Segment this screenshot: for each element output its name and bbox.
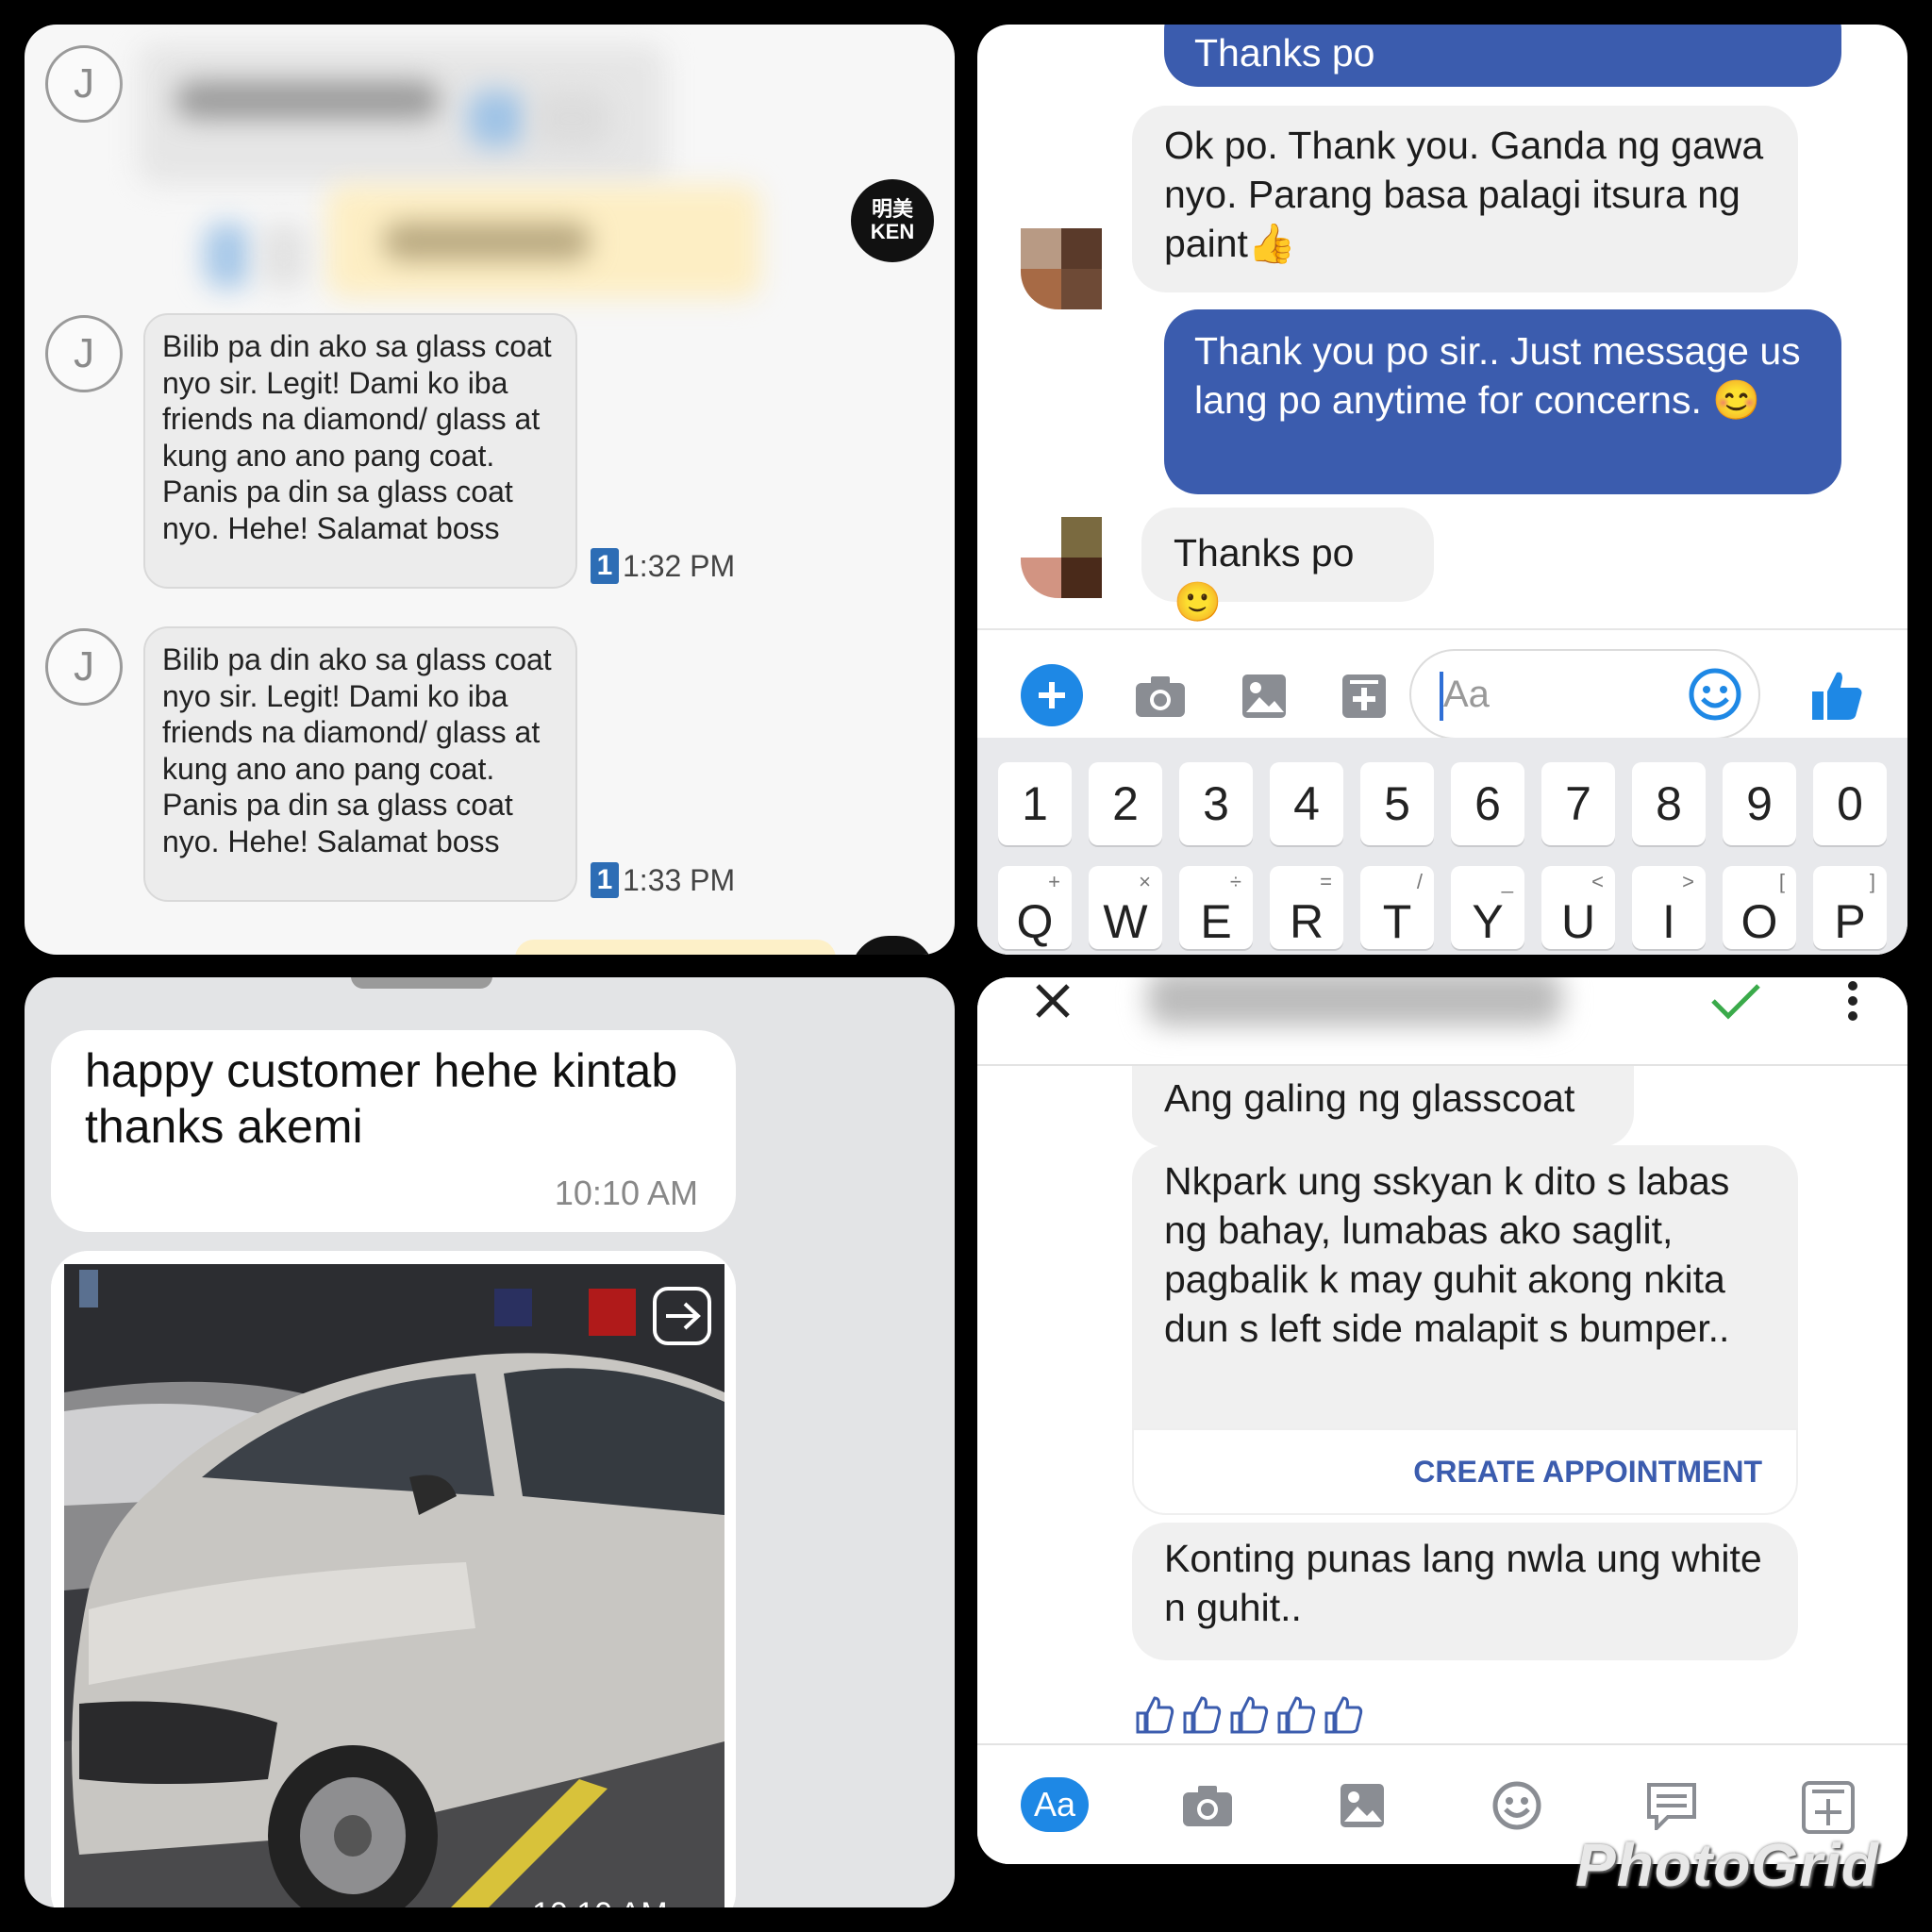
thumbs-up-icon [1230,1696,1269,1734]
blurred-contact-name [1147,977,1562,1026]
sim-icon: 1 [591,862,619,898]
key-u[interactable]: < U [1541,866,1615,949]
key-p[interactable]: ] P [1813,866,1887,949]
key-0[interactable]: 0 [1813,762,1887,845]
sent-message-bubble[interactable]: Thanks po [1164,25,1841,87]
contact-avatar[interactable]: J [45,45,123,123]
key-t[interactable]: / T [1360,866,1434,949]
key-q[interactable]: + Q [998,866,1072,949]
key-7[interactable]: 7 [1541,762,1615,845]
received-message-bubble[interactable]: happy customer hehe kintab thanks akemi … [51,1030,736,1232]
sms-time: 1:33 PM [623,862,736,897]
next-message-bubble [515,940,836,955]
sms-meta: 1 1:33 PM [591,862,735,898]
add-attachment-icon[interactable] [1798,1777,1858,1838]
received-message-bubble[interactable]: Konting punas lang nwla ung white n guhi… [1132,1523,1798,1660]
received-message-bubble[interactable]: Nkpark ung sskyan k dito s labas ng baha… [1132,1145,1798,1428]
text-caret [1440,672,1443,721]
thumbs-up-icon [1183,1696,1222,1734]
sms-meta: 1 1:32 PM [591,548,735,584]
thumbs-up-icon[interactable] [1804,662,1870,728]
key-y[interactable]: _ Y [1451,866,1524,949]
car-photo [51,1251,736,1907]
key-w[interactable]: × W [1089,866,1162,949]
camera-icon[interactable] [1179,1777,1236,1834]
thumbs-up-reaction-row [1134,1694,1364,1736]
key-i[interactable]: > I [1632,866,1706,949]
on-screen-keyboard: 1 2 3 4 5 6 7 8 9 0 + Q × W ÷ E = R / T _ Y < U… [977,738,1907,955]
key-2[interactable]: 2 [1089,762,1162,845]
key-5[interactable]: 5 [1360,762,1434,845]
date-pill [351,977,492,989]
gallery-icon[interactable] [1236,668,1292,724]
key-o[interactable]: [O [1723,866,1796,949]
received-message-bubble[interactable]: Thanks po🙂 [1141,508,1434,624]
sticker-icon[interactable] [1336,668,1392,724]
sms-time: 1:32 PM [623,548,736,583]
photogrid-watermark: PhotoGrid [1575,1831,1879,1899]
text-compose-button[interactable]: Aa [1021,1777,1089,1832]
thumbs-up-icon [1324,1696,1363,1734]
sms-panel: J 明美 KEN J Bilib pa din ako sa glass coa… [25,25,955,955]
key-9[interactable]: 9 [1723,762,1796,845]
gallery-icon[interactable] [1334,1777,1391,1834]
thumbs-up-icon [1277,1696,1316,1734]
key-3[interactable]: 3 [1179,762,1253,845]
shop-logo-avatar [851,936,934,955]
shop-logo-avatar: 明美 KEN [851,179,934,262]
sms-message-bubble[interactable]: Bilib pa din ako sa glass coat nyo sir. … [143,626,577,902]
contact-avatar[interactable]: J [45,315,123,392]
sent-message-bubble[interactable]: Thank you po sir.. Just message us lang … [1164,309,1841,494]
key-1[interactable]: 1 [998,762,1072,845]
viber-panel: happy customer hehe kintab thanks akemi … [25,977,955,1907]
emoji-icon[interactable] [1685,664,1745,724]
received-message-bubble[interactable]: Ang galing ng glasscoat [1132,1066,1634,1147]
close-icon[interactable] [1024,977,1081,1024]
sms-message-bubble[interactable]: Bilib pa din ako sa glass coat nyo sir. … [143,313,577,589]
key-e[interactable]: ÷ E [1179,866,1253,949]
plus-icon[interactable] [1021,664,1083,726]
conversation-header [977,977,1907,1066]
key-8[interactable]: 8 [1632,762,1706,845]
camera-icon[interactable] [1132,668,1189,724]
create-appointment-button[interactable]: CREATE APPOINTMENT [1132,1428,1798,1515]
checkmark-icon[interactable] [1707,977,1764,1024]
key-r[interactable]: = R [1270,866,1343,949]
received-message-bubble[interactable]: Ok po. Thank you. Ganda ng gawa nyo. Par… [1132,106,1798,292]
business-inbox-panel: Ang galing ng glasscoat Nkpark ung sskya… [977,977,1907,1864]
sender-avatar[interactable] [1021,228,1102,309]
blurred-message-area [138,34,911,317]
emoji-icon[interactable] [1489,1777,1545,1834]
key-4[interactable]: 4 [1270,762,1343,845]
thumbs-up-icon [1136,1696,1174,1734]
saved-replies-icon[interactable] [1643,1777,1700,1834]
message-input[interactable]: Aa [1409,649,1760,740]
key-6[interactable]: 6 [1451,762,1524,845]
more-options-icon[interactable] [1834,977,1872,1024]
messenger-panel: Thanks po Ok po. Thank you. Ganda ng gaw… [977,25,1907,955]
sender-avatar[interactable] [1021,517,1102,598]
car-photo-message[interactable]: 10:10 AM [51,1251,736,1907]
photo-time: 10:10 AM [532,1896,668,1907]
sim-icon: 1 [591,548,619,584]
contact-avatar[interactable]: J [45,628,123,706]
